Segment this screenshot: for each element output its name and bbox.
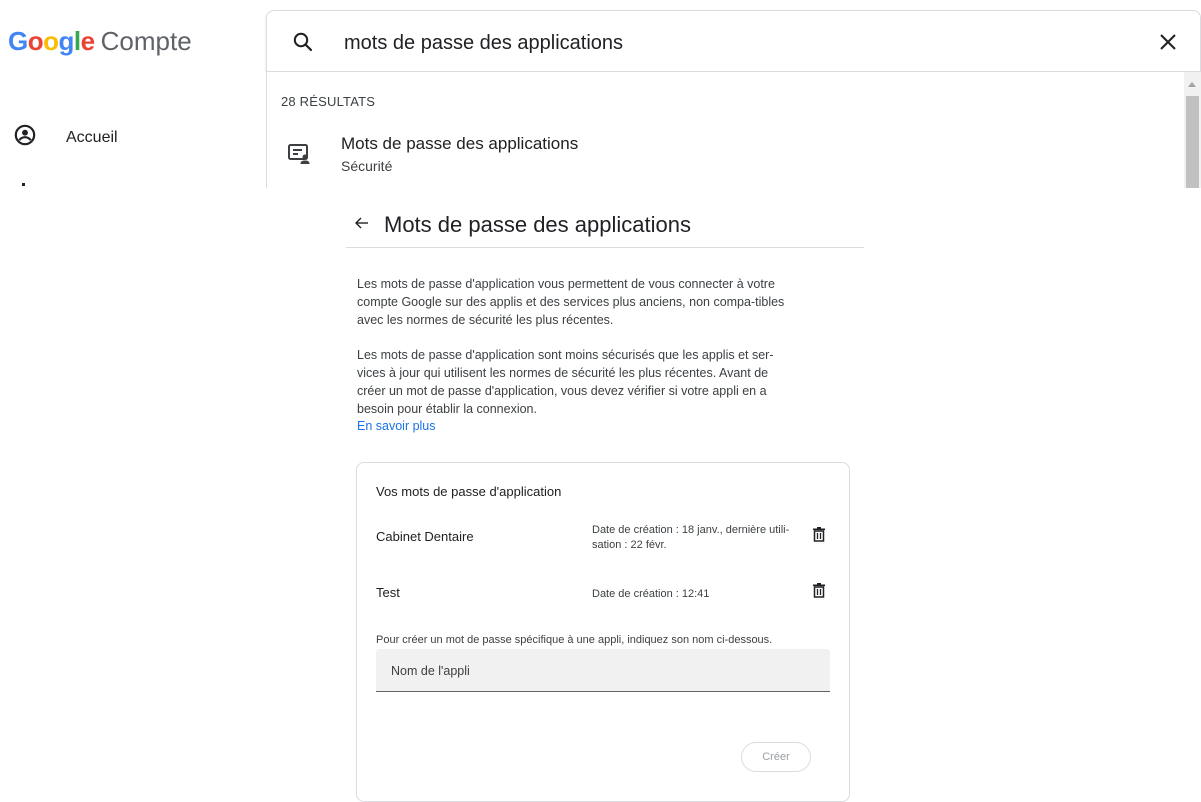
app-name-input[interactable] (389, 660, 813, 682)
card-title: Vos mots de passe d'application (376, 484, 562, 499)
search-bar (266, 10, 1201, 72)
app-password-meta: Date de création : 12:41 (592, 588, 710, 600)
title-divider (346, 247, 864, 248)
logo-letter: g (58, 26, 75, 56)
arrow-back-icon[interactable] (354, 215, 370, 236)
google-wordmark: Google (8, 26, 95, 57)
sidebar-item-label: Accueil (66, 128, 118, 146)
app-passwords-card: Vos mots de passe d'application Cabinet … (356, 462, 850, 802)
delete-icon[interactable] (812, 527, 826, 547)
page-title: Mots de passe des applications (384, 212, 691, 237)
search-input[interactable] (342, 27, 1106, 59)
app-password-name: Cabinet Dentaire (376, 529, 474, 544)
create-button[interactable]: Créer (741, 742, 811, 772)
scrollbar-thumb[interactable] (1186, 96, 1199, 188)
intro-paragraph: Les mots de passe d'application vous per… (357, 277, 785, 327)
sidebar-item-home[interactable]: Accueil (14, 124, 118, 151)
page-header: Mots de passe des applications (354, 212, 691, 238)
product-name: Compte (100, 26, 192, 56)
logo-letter: l (73, 26, 81, 56)
learn-more-link[interactable]: En savoir plus (357, 419, 436, 433)
search-result-item[interactable]: Mots de passe des applications Sécurité (287, 134, 578, 174)
logo-letter: e (80, 26, 95, 56)
create-hint: Pour créer un mot de passe spécifique à … (376, 634, 773, 646)
app-password-meta: Date de création : 18 janv., dernière ut… (592, 524, 790, 551)
scroll-up-arrow-icon[interactable] (1188, 82, 1196, 87)
logo-letter: o (27, 26, 44, 56)
sidebar-item-partial-icon (12, 178, 34, 186)
results-count: 28 RÉSULTATS (281, 94, 376, 109)
search-results-dropdown: 28 RÉSULTATS Mots de passe des applicati… (266, 72, 1201, 188)
password-manager-icon (287, 142, 311, 166)
logo-letter: o (43, 26, 59, 56)
delete-icon[interactable] (812, 583, 826, 603)
search-result-title: Mots de passe des applications (341, 134, 579, 153)
logo-letter: G (8, 26, 28, 56)
app-name-field (376, 649, 830, 692)
app-password-name: Test (376, 585, 400, 600)
results-scrollbar[interactable] (1184, 72, 1201, 188)
search-icon[interactable] (291, 30, 315, 59)
close-icon[interactable] (1156, 30, 1180, 59)
google-account-logo[interactable]: Google Compte (8, 26, 192, 57)
warning-paragraph: Les mots de passe d'application sont moi… (357, 348, 774, 416)
account-circle-icon (14, 124, 36, 151)
search-result-subtitle: Sécurité (341, 158, 393, 174)
